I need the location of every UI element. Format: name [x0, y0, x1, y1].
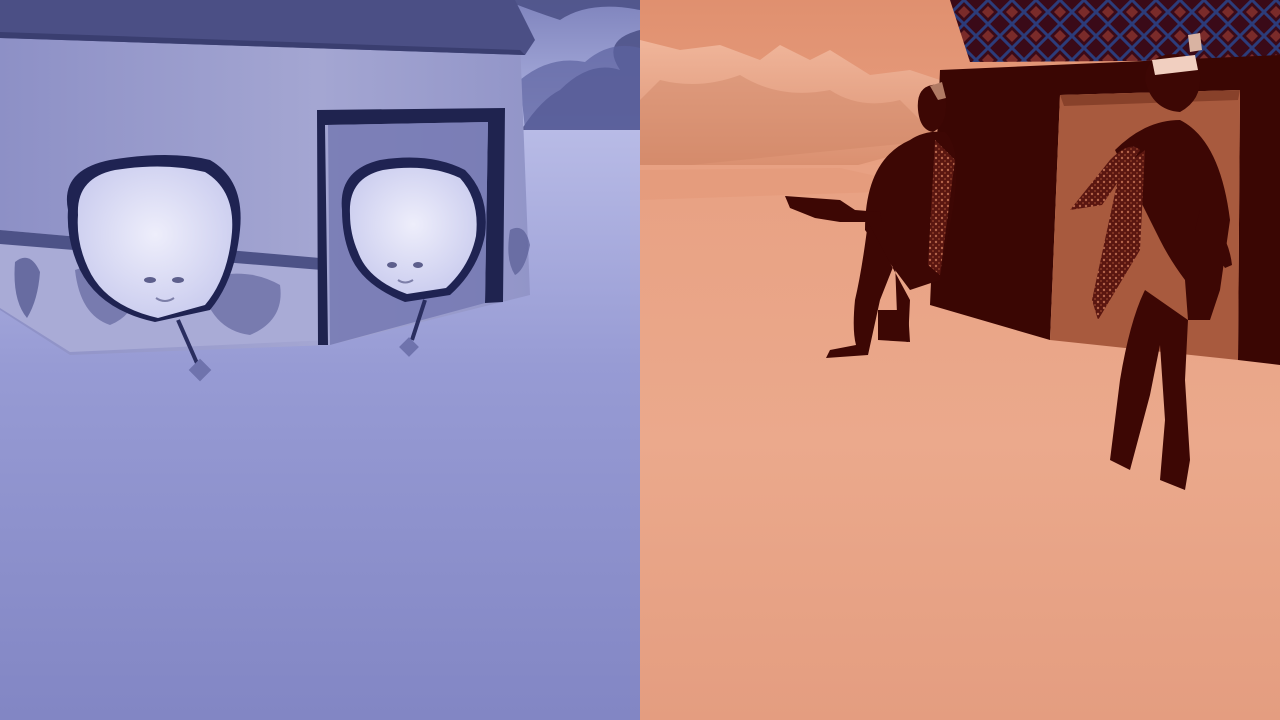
player-1-scene	[0, 0, 640, 720]
split-screen-view	[0, 0, 1280, 720]
player-2-viewport	[640, 0, 1280, 720]
player-1-viewport	[0, 0, 640, 720]
player-2-scene	[640, 0, 1280, 720]
